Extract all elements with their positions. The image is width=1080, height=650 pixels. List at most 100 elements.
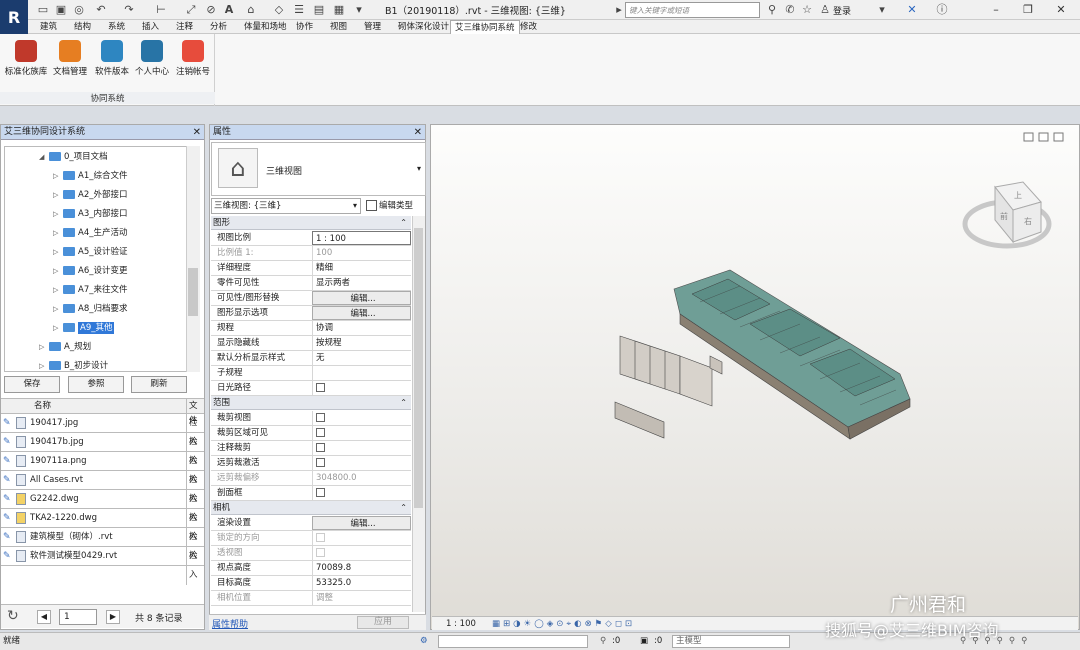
checkbox[interactable] bbox=[316, 413, 325, 422]
subscription-icon[interactable]: ✆ bbox=[783, 3, 797, 17]
property-value[interactable] bbox=[312, 486, 411, 500]
expand-icon[interactable]: ▷ bbox=[39, 338, 49, 356]
property-value[interactable]: 编辑... bbox=[312, 516, 411, 530]
expand-icon[interactable]: ▷ bbox=[53, 281, 63, 299]
search-input[interactable]: 键入关键字或短语 bbox=[625, 2, 760, 18]
tab-9[interactable]: 管理 bbox=[360, 20, 385, 34]
tree-item[interactable]: ▷ A7_来往文件 bbox=[53, 281, 127, 299]
property-value[interactable] bbox=[312, 411, 411, 425]
view-control-icons[interactable]: ▦⊞◑☀◯◈⊙⌖◐⊗⚑◇◻⊡ bbox=[492, 617, 635, 631]
ribbon-button-2[interactable]: 软件版本 bbox=[92, 38, 132, 80]
expand-icon[interactable]: ▷ bbox=[53, 224, 63, 242]
property-value[interactable] bbox=[312, 441, 411, 455]
edit-icon[interactable]: ✎ bbox=[3, 475, 13, 485]
property-group-camera[interactable]: 相机 ⌃ bbox=[211, 501, 411, 515]
tree-item[interactable]: ▷ A6_设计变更 bbox=[53, 262, 127, 280]
filter-icon[interactable]: ⚲ bbox=[600, 633, 606, 650]
collapse-icon[interactable]: ◢ bbox=[39, 148, 49, 166]
tree-scroll-thumb[interactable] bbox=[188, 268, 198, 316]
tree-item[interactable]: ▷ A_规划 bbox=[39, 338, 91, 356]
sync-icon[interactable]: ◎ bbox=[72, 3, 86, 17]
tag-icon[interactable]: ⊘ bbox=[204, 3, 218, 17]
edit-icon[interactable]: ✎ bbox=[3, 513, 13, 523]
expand-icon[interactable]: ▷ bbox=[53, 205, 63, 223]
checkbox[interactable] bbox=[316, 383, 325, 392]
collapse-icon[interactable]: ⌃ bbox=[400, 216, 407, 230]
property-value[interactable]: 70089.8 bbox=[312, 561, 411, 575]
dropdown-icon[interactable]: ▾ bbox=[875, 3, 889, 17]
table-row[interactable]: ✎ 190711a.png 检入 bbox=[1, 452, 204, 490]
user-icon[interactable]: ♙ bbox=[818, 3, 832, 17]
redo-icon[interactable]: ↷ bbox=[122, 3, 136, 17]
table-row[interactable]: ✎ G2242.dwg 检入 bbox=[1, 490, 204, 528]
exchange-icon[interactable]: ✕ bbox=[905, 3, 919, 17]
expand-icon[interactable]: ▸ bbox=[612, 3, 626, 17]
edit-type-button[interactable]: 编辑类型 bbox=[366, 198, 424, 214]
reference-button[interactable]: 参照 bbox=[68, 376, 124, 393]
property-value[interactable]: 53325.0 bbox=[312, 576, 411, 590]
tree-item[interactable]: ▷ A5_设计验证 bbox=[53, 243, 127, 261]
apply-button[interactable]: 应用 bbox=[357, 616, 409, 629]
tab-0[interactable]: 建筑 bbox=[36, 20, 61, 34]
login-button[interactable]: 登录 bbox=[833, 4, 851, 17]
property-value[interactable]: 1 : 100 bbox=[312, 231, 411, 245]
edit-icon[interactable]: ✎ bbox=[3, 437, 13, 447]
close-icon[interactable]: ✕ bbox=[193, 125, 201, 140]
expand-icon[interactable]: ▷ bbox=[53, 243, 63, 261]
tab-5[interactable]: 分析 bbox=[206, 20, 231, 34]
minimize-button[interactable]: – bbox=[985, 2, 1007, 18]
checkbox[interactable] bbox=[316, 533, 325, 542]
property-value[interactable] bbox=[312, 366, 411, 380]
property-value[interactable] bbox=[312, 456, 411, 470]
property-value[interactable]: 按规程 bbox=[312, 336, 411, 350]
3d-view-icon[interactable]: ⌂ bbox=[244, 3, 258, 17]
section-icon[interactable]: ◇ bbox=[272, 3, 286, 17]
tab-2[interactable]: 系统 bbox=[104, 20, 129, 34]
expand-icon[interactable]: ▷ bbox=[53, 319, 63, 337]
tree-item[interactable]: ▷ A3_内部接口 bbox=[53, 205, 127, 223]
tree-item[interactable]: ▷ A1_综合文件 bbox=[53, 167, 127, 185]
ribbon-button-0[interactable]: 标准化族库 bbox=[2, 38, 50, 80]
tab-10[interactable]: 砌体深化设计 bbox=[394, 20, 453, 34]
checkbox[interactable] bbox=[316, 428, 325, 437]
property-group-graphics[interactable]: 图形 ⌃ bbox=[211, 216, 411, 230]
reload-icon[interactable]: ↻ bbox=[7, 608, 19, 624]
thin-lines-icon[interactable]: ☰ bbox=[292, 3, 306, 17]
edit-icon[interactable]: ✎ bbox=[3, 532, 13, 542]
tab-8[interactable]: 视图 bbox=[326, 20, 351, 34]
tree-item[interactable]: ▷ A4_生产活动 bbox=[53, 224, 127, 242]
property-value[interactable]: 无 bbox=[312, 351, 411, 365]
ribbon-button-4[interactable]: 注销帐号 bbox=[173, 38, 213, 80]
open-icon[interactable]: ▭ bbox=[36, 3, 50, 17]
edit-icon[interactable]: ✎ bbox=[3, 494, 13, 504]
collapse-icon[interactable]: ⌃ bbox=[400, 501, 407, 515]
view-instance-select[interactable]: 三维视图: {三维} ▾ bbox=[211, 198, 361, 214]
model-select[interactable]: 主模型 bbox=[672, 635, 790, 648]
close-hidden-icon[interactable]: ▤ bbox=[312, 3, 326, 17]
table-row[interactable]: ✎ 190417b.jpg 检入 bbox=[1, 433, 204, 471]
model-canvas[interactable]: 上 前 右 bbox=[430, 124, 1080, 616]
checkbox[interactable] bbox=[316, 458, 325, 467]
table-row[interactable]: ✎ TKA2-1220.dwg 检入 bbox=[1, 509, 204, 547]
refresh-button[interactable]: 刷新 bbox=[131, 376, 187, 393]
property-value[interactable]: 编辑... bbox=[312, 306, 411, 320]
tab-12[interactable]: 修改 bbox=[516, 20, 541, 34]
close-icon[interactable]: ✕ bbox=[414, 125, 422, 140]
next-page-icon[interactable]: ▶ bbox=[106, 610, 120, 624]
property-value[interactable]: 协调 bbox=[312, 321, 411, 335]
property-value[interactable] bbox=[312, 426, 411, 440]
page-input[interactable]: 1 bbox=[59, 609, 97, 625]
table-row[interactable]: ✎ 190417.jpg 检入 bbox=[1, 414, 204, 452]
help-icon[interactable]: ⓘ bbox=[935, 3, 949, 17]
save-button[interactable]: 保存 bbox=[4, 376, 60, 393]
tree-item[interactable]: ▷ A8_归档要求 bbox=[53, 300, 127, 318]
view-scale[interactable]: 1 : 100 bbox=[446, 619, 476, 629]
column-name[interactable]: 名称 bbox=[34, 399, 51, 414]
property-value[interactable]: 精细 bbox=[312, 261, 411, 275]
tab-7[interactable]: 协作 bbox=[292, 20, 317, 34]
dimension-icon[interactable]: ⤢ bbox=[184, 3, 198, 17]
design-options-icon[interactable]: ▣ bbox=[640, 633, 648, 650]
tree-item[interactable]: ▷ B_初步设计 bbox=[39, 357, 108, 371]
checkbox[interactable] bbox=[316, 488, 325, 497]
properties-scroll-thumb[interactable] bbox=[414, 228, 423, 508]
